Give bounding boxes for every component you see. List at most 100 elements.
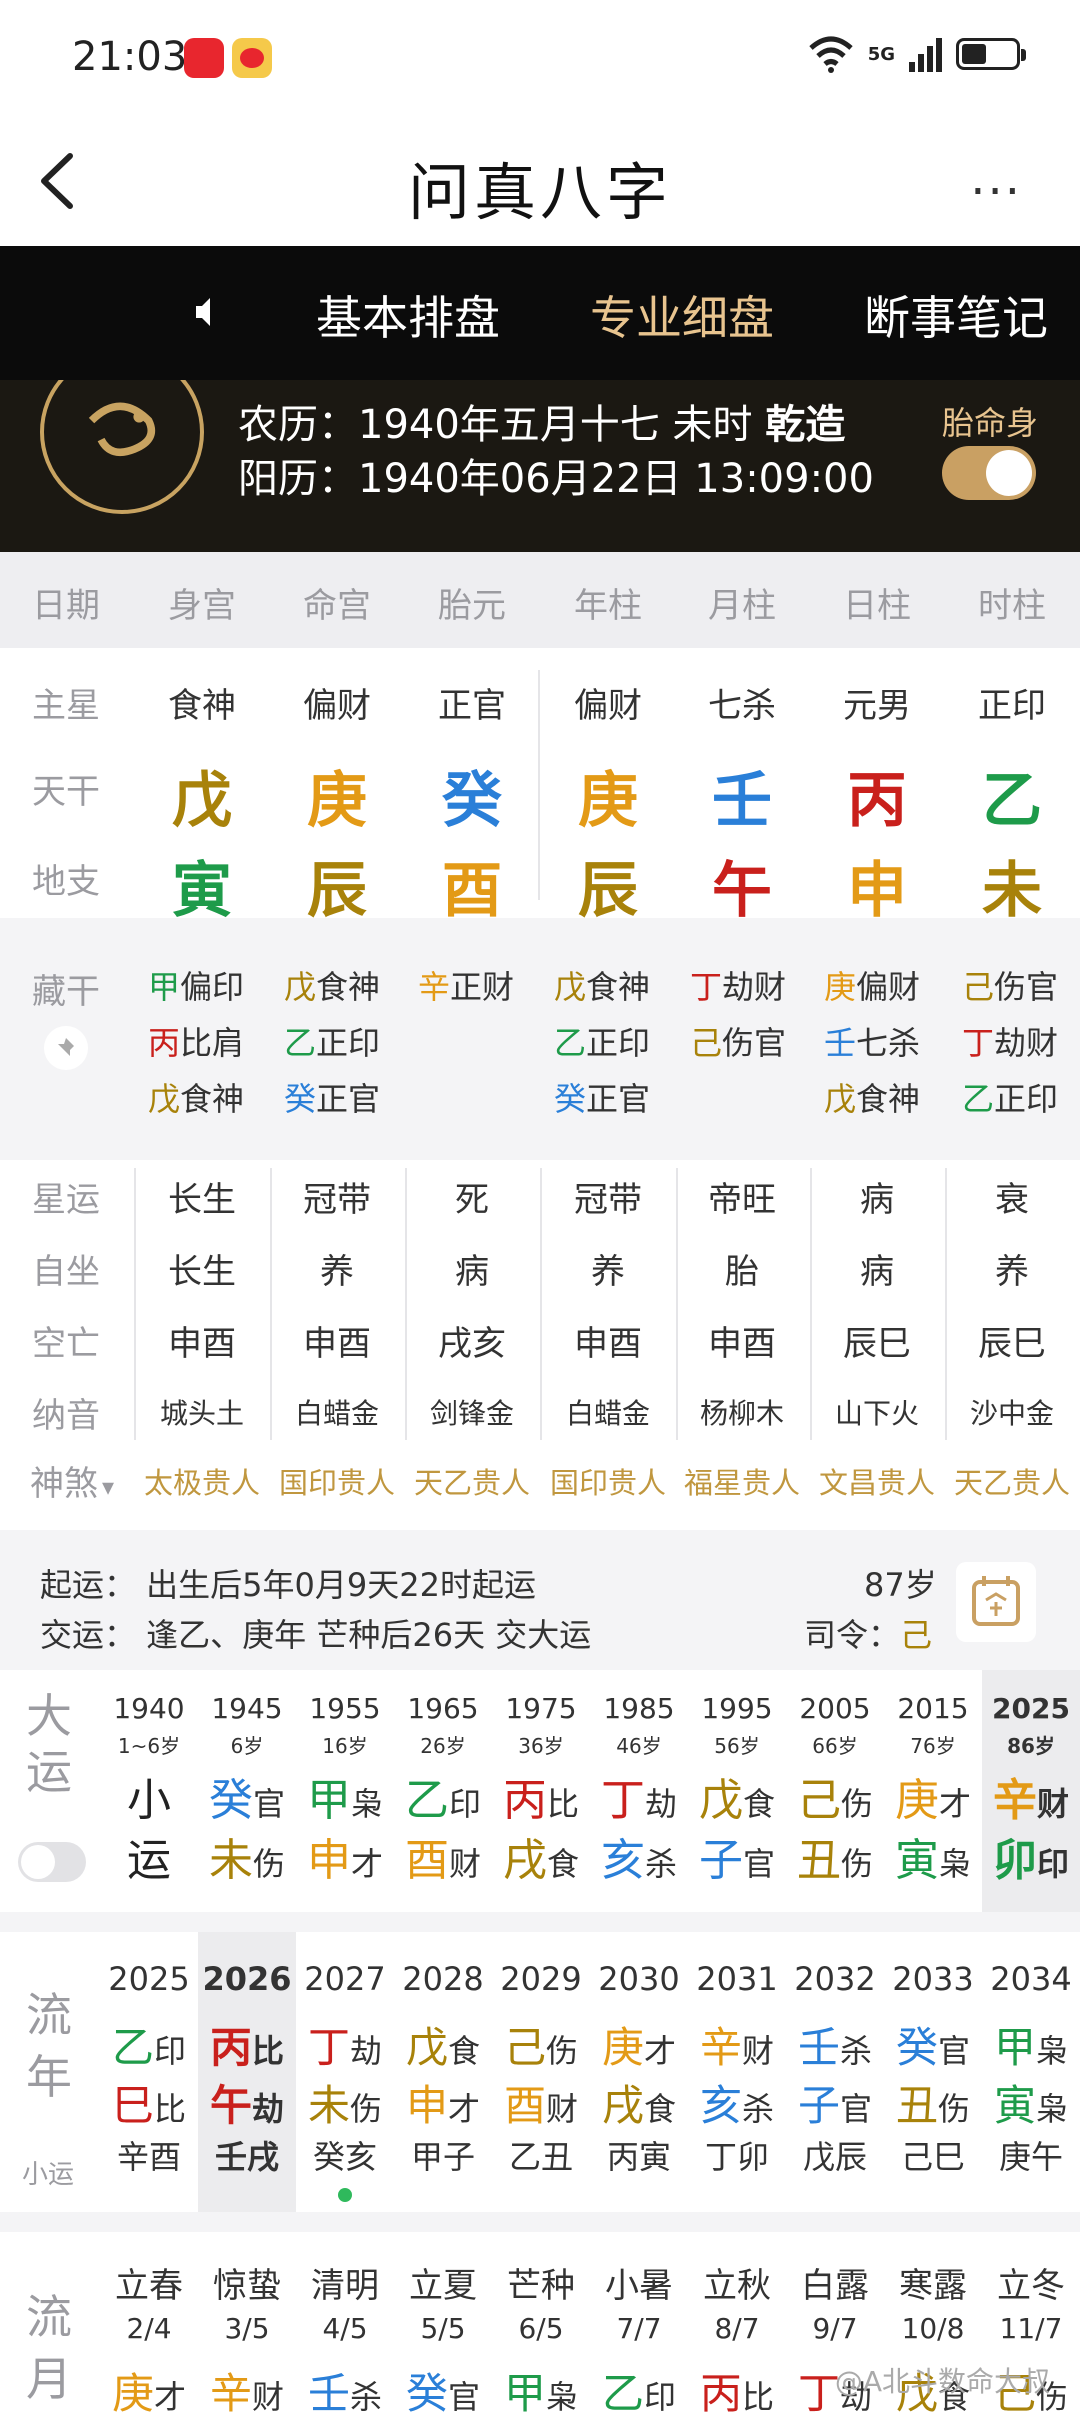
state-value: 城头土 bbox=[159, 1397, 244, 1430]
signal-icon bbox=[909, 36, 942, 72]
taimingshen-toggle[interactable] bbox=[942, 446, 1036, 500]
solar-term: 清明 bbox=[311, 2266, 379, 2306]
tab-basic[interactable]: 基本排盘 bbox=[316, 282, 500, 348]
states-section: 星运 长生 冠带死冠带 帝旺病衰自坐 长生养病养胎病养空亡 申酉 申酉 戌亥 申酉 申酉 辰巳 辰巳纳… bbox=[0, 1160, 1080, 1530]
liuyue-column[interactable]: 小暑 7/7 乙印 bbox=[590, 2232, 688, 2412]
liunian-char: 寅 bbox=[993, 2081, 1036, 2130]
liunian-char: 乙 bbox=[111, 2023, 154, 2072]
canggan-god: 偏财 bbox=[856, 968, 921, 1006]
liunian-god: 印 bbox=[154, 2032, 187, 2070]
liunian-column[interactable]: 2025 乙印 巳比 辛酉 bbox=[100, 1932, 198, 2212]
status-time: 21:03 bbox=[72, 34, 188, 80]
dayun-column[interactable]: 2005 66岁 己伤 丑伤 bbox=[786, 1670, 884, 1912]
liunian-god: 财 bbox=[742, 2032, 775, 2070]
state-label: 空亡 bbox=[32, 1324, 100, 1364]
tiangan-char: 丙 bbox=[847, 766, 907, 836]
canggan-god: 正印 bbox=[316, 1024, 381, 1062]
xiaoyun-toggle[interactable] bbox=[18, 1842, 86, 1882]
term-date: 10/8 bbox=[901, 2312, 965, 2345]
canggan-item: 壬七杀 bbox=[824, 1018, 920, 1064]
state-value: 辰巳 bbox=[978, 1324, 1046, 1364]
tab-notes[interactable]: 断事笔记 bbox=[864, 282, 1048, 348]
liunian-column[interactable]: 2029 己伤 酉财 乙丑 bbox=[492, 1932, 590, 2212]
dayun-column[interactable]: 1945 6岁 癸官 未伤 bbox=[198, 1670, 296, 1912]
liuyue-column[interactable]: 立秋 8/7 丙比 bbox=[688, 2232, 786, 2412]
liunian-year: 2028 bbox=[402, 1960, 484, 1998]
dayun-age: 26岁 bbox=[420, 1734, 466, 1758]
pin-icon[interactable] bbox=[44, 1026, 88, 1070]
liunian-column[interactable]: 2033 癸官 丑伤 己巳 bbox=[884, 1932, 982, 2212]
dayun-age: 76岁 bbox=[910, 1734, 956, 1758]
dayun-column[interactable]: 2015 76岁 庚才 寅枭 bbox=[884, 1670, 982, 1912]
dayun-god: 伤 bbox=[840, 1845, 873, 1883]
dayun-section: 大运 1940 1~6岁小运 1945 6岁 癸官 未伤 1955 16岁 甲枭 申才 1965 26岁… bbox=[0, 1670, 1080, 1912]
dayun-column[interactable]: 2025 86岁 辛财 卯印 bbox=[982, 1670, 1080, 1912]
liuyue-column[interactable]: 清明 4/5 壬杀 bbox=[296, 2232, 394, 2412]
liunian-god: 枭 bbox=[1036, 2090, 1069, 2128]
dayun-column[interactable]: 1955 16岁 甲枭 申才 bbox=[296, 1670, 394, 1912]
dayun-pillar: 丁劫 bbox=[590, 1764, 688, 1828]
liunian-column[interactable]: 2031 辛财 亥杀 丁卯 bbox=[688, 1932, 786, 2212]
liunian-char: 未 bbox=[307, 2081, 350, 2130]
liunian-column[interactable]: 2026 丙比 午劫 壬戌 bbox=[198, 1932, 296, 2212]
dayun-column[interactable]: 1965 26岁 乙印 酉财 bbox=[394, 1670, 492, 1912]
liuyue-column[interactable]: 芒种 6/5 甲枭 bbox=[492, 2232, 590, 2412]
dayun-year: 2005 bbox=[799, 1692, 871, 1725]
liunian-pillar: 子官 bbox=[786, 2072, 884, 2133]
liunian-column[interactable]: 2034 甲枭 寅枭 庚午 bbox=[982, 1932, 1080, 2212]
dayun-year: 1955 bbox=[309, 1692, 381, 1725]
liunian-pillar: 午劫 bbox=[198, 2072, 296, 2133]
tab-professional[interactable]: 专业细盘 bbox=[590, 282, 774, 348]
shensha-dropdown[interactable]: 神煞 ▾ bbox=[30, 1456, 114, 1505]
calendar-button[interactable] bbox=[956, 1562, 1036, 1642]
canggan-item: 辛正财 bbox=[418, 962, 514, 1008]
more-icon[interactable]: ··· bbox=[970, 164, 1022, 220]
dayun-pillar: 戌食 bbox=[492, 1824, 590, 1888]
canggan-god: 七杀 bbox=[856, 1024, 921, 1062]
speaker-icon[interactable] bbox=[194, 294, 212, 330]
wifi-icon bbox=[809, 36, 853, 73]
state-value: 申酉 bbox=[574, 1324, 642, 1364]
canggan-item: 己伤官 bbox=[962, 962, 1058, 1008]
tiangan-char: 癸 bbox=[442, 766, 502, 836]
dayun-god: 才 bbox=[350, 1845, 383, 1883]
dayun-char: 卯 bbox=[992, 1835, 1037, 1886]
dayun-column[interactable]: 1985 46岁 丁劫 亥杀 bbox=[590, 1670, 688, 1912]
dayun-god: 财 bbox=[1036, 1785, 1069, 1823]
liunian-char: 己 bbox=[503, 2023, 546, 2072]
canggan-stem: 乙 bbox=[284, 1024, 317, 1062]
solar-date: 阳历：1940年06月22日 13:09:00 bbox=[238, 456, 874, 502]
liunian-column[interactable]: 2032 壬杀 子官 戊辰 bbox=[786, 1932, 884, 2212]
state-value: 病 bbox=[860, 1180, 894, 1220]
state-value: 剑锋金 bbox=[429, 1397, 514, 1430]
state-value: 白蜡金 bbox=[294, 1397, 379, 1430]
liunian-year: 2031 bbox=[696, 1960, 778, 1998]
dayun-char: 酉 bbox=[404, 1835, 449, 1886]
liunian-column[interactable]: 2030 庚才 戌食 丙寅 bbox=[590, 1932, 688, 2212]
liunian-column[interactable]: 2027 丁劫 未伤 癸亥 bbox=[296, 1932, 394, 2212]
liunian-pillar: 己伤 bbox=[492, 2014, 590, 2075]
canggan-item: 癸正官 bbox=[284, 1074, 380, 1120]
liuyue-column[interactable]: 立春 2/4 庚才 bbox=[100, 2232, 198, 2412]
liunian-year: 2034 bbox=[990, 1960, 1072, 1998]
liuyue-column[interactable]: 立夏 5/5 癸官 bbox=[394, 2232, 492, 2412]
canggan-item: 甲偏印 bbox=[148, 962, 244, 1008]
dayun-year: 1965 bbox=[407, 1692, 479, 1725]
liunian-column[interactable]: 2028 戊食 申才 甲子 bbox=[394, 1932, 492, 2212]
siling: 司令：己 bbox=[804, 1616, 933, 1654]
canggan-god: 正官 bbox=[316, 1080, 381, 1118]
dayun-pillar: 申才 bbox=[296, 1824, 394, 1888]
canggan-god: 食神 bbox=[856, 1080, 921, 1118]
liuyue-column[interactable]: 惊蛰 3/5 辛财 bbox=[198, 2232, 296, 2412]
watermark: @A北斗数命大叔 bbox=[834, 2365, 1050, 2398]
state-value: 申酉 bbox=[303, 1324, 371, 1364]
canggan-god: 伤官 bbox=[722, 1024, 787, 1062]
dayun-column[interactable]: 1940 1~6岁小运 bbox=[100, 1670, 198, 1912]
liunian-char: 巳 bbox=[111, 2081, 154, 2130]
dayun-column[interactable]: 1975 36岁 丙比 戌食 bbox=[492, 1670, 590, 1912]
canggan-stem: 辛 bbox=[418, 968, 451, 1006]
dayun-label: 大运 bbox=[26, 1689, 72, 1799]
qiyun-section: 起运： 出生后5年0月9天22时起运 87岁 交运： 逢乙、庚年 芒种后26天 … bbox=[0, 1534, 1080, 1668]
liuyue-pillar: 庚才 bbox=[100, 2360, 198, 2412]
dayun-column[interactable]: 1995 56岁 戊食 子官 bbox=[688, 1670, 786, 1912]
